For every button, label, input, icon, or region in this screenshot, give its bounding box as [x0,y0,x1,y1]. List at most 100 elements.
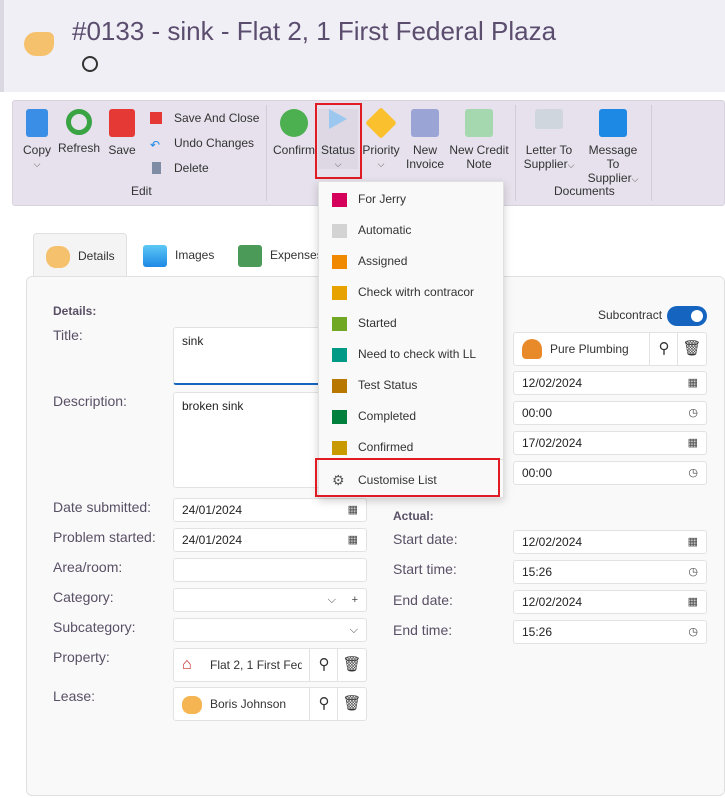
status-option[interactable]: Automatic [319,215,503,246]
subcontract-toggle[interactable] [667,306,707,326]
key-hand-icon [182,696,202,714]
status-option[interactable]: For Jerry [319,184,503,215]
status-option-label: Automatic [358,223,412,237]
clock-icon[interactable]: ◷ [688,621,698,643]
chevron-down-icon: ⌵ [33,159,41,169]
date-field[interactable]: 12/02/2024 ▦ [513,371,707,395]
search-icon[interactable]: ⚲ [649,333,678,365]
house-icon: ⌂ [182,656,192,673]
new-invoice-button[interactable]: New Invoice [403,109,447,171]
clock-icon[interactable]: ◷ [688,561,698,583]
chevron-down-icon[interactable]: ⌵ [328,589,336,611]
trash-icon[interactable]: 🗑 [677,333,706,365]
confirm-button[interactable]: Confirm [271,109,317,157]
chevron-down-icon: ⌵ [377,159,385,169]
lease-label: Lease: [53,688,96,704]
status-option-label: Test Status [358,378,418,392]
status-color-swatch [332,441,347,455]
new-credit-note-button[interactable]: New Credit Note [449,109,509,171]
problem-started-field[interactable]: 24/01/2024 ▦ [173,528,367,552]
start-time-field[interactable]: 15:26 ◷ [513,560,707,584]
date-field[interactable]: 17/02/2024 ▦ [513,431,707,455]
property-lookup[interactable]: ⌂Flat 2, 1 First Federal Plaza⚲🗑 [173,648,367,682]
save-close-icon [150,112,162,124]
subcategory-label: Subcategory: [53,619,136,635]
documents-group-label: Documents [554,184,615,198]
subcategory-select[interactable]: ⌵ [173,618,367,642]
contractor-lookup[interactable]: Pure Plumbing ⚲ 🗑 [513,332,707,366]
status-option[interactable]: Assigned [319,246,503,277]
area-input[interactable] [173,558,367,582]
calendar-icon[interactable]: ▦ [348,499,358,521]
calendar-icon[interactable]: ▦ [688,432,698,454]
tab-details[interactable]: Details [33,233,127,277]
page-title: #0133 - sink - Flat 2, 1 First Federal P… [72,16,557,46]
add-icon[interactable]: + [352,589,358,611]
image-icon [143,244,167,267]
priority-button[interactable]: Priority ⌵ [361,107,401,171]
divider [651,105,652,201]
date-submitted-label: Date submitted: [53,499,152,515]
letter-to-supplier-button[interactable]: Letter To Supplier⌵ [521,109,577,172]
copy-button[interactable]: Copy ⌵ [19,109,55,171]
status-option[interactable]: Started [319,308,503,339]
undo-changes-button[interactable]: ↶ Undo Changes [150,136,254,152]
delete-button[interactable]: Delete [150,161,209,175]
status-option-label: Need to check with LL [358,347,477,361]
status-color-swatch [332,379,347,393]
description-label: Description: [53,393,127,409]
lease-lookup[interactable]: Boris Johnson ⚲ 🗑 [173,687,367,721]
category-select[interactable]: ⌵ + [173,588,367,612]
calendar-icon[interactable]: ▦ [348,529,358,551]
time-field[interactable]: 00:00 ◷ [513,401,707,425]
start-date-field[interactable]: 12/02/2024 ▦ [513,530,707,554]
tab-images[interactable]: Images [143,233,214,277]
time-field[interactable]: 00:00 ◷ [513,461,707,485]
chevron-down-icon[interactable]: ⌵ [350,619,358,641]
copy-icon [26,109,48,137]
status-color-swatch [332,410,347,424]
refresh-button[interactable]: Refresh [57,109,101,155]
search-icon[interactable]: ⚲ [309,649,338,681]
problem-started-label: Problem started: [53,529,156,545]
start-date-label: Start date: [393,531,458,547]
property-label: Property: [53,649,110,665]
clock-icon[interactable]: ◷ [688,462,698,484]
subcontract-label: Subcontract [598,308,663,322]
worker-icon [522,339,542,359]
end-time-label: End time: [393,622,453,638]
refresh-icon [66,109,92,135]
history-icon[interactable] [82,56,98,72]
status-color-swatch [332,286,347,300]
status-option[interactable]: Test Status [319,370,503,401]
save-and-close-button[interactable]: Save And Close [150,111,259,125]
status-option[interactable]: Check witrh contracor [319,277,503,308]
end-date-field[interactable]: 12/02/2024 ▦ [513,590,707,614]
calendar-icon[interactable]: ▦ [688,591,698,613]
end-time-field[interactable]: 15:26 ◷ [513,620,707,644]
trash-icon[interactable]: 🗑 [337,649,366,681]
message-to-supplier-button[interactable]: Message To Supplier⌵ [581,109,645,186]
invoice-add-icon [411,109,439,137]
calendar-icon[interactable]: ▦ [688,531,698,553]
envelope-icon [535,109,563,129]
status-option-label: Started [358,316,397,330]
tab-expenses[interactable]: Expenses [238,233,323,277]
details-heading: Details: [53,304,97,318]
status-option[interactable]: Need to check with LL [319,339,503,370]
calendar-icon[interactable]: ▦ [688,372,698,394]
clock-icon[interactable]: ◷ [688,402,698,424]
end-date-label: End date: [393,592,453,608]
trash-icon[interactable]: 🗑 [337,688,366,720]
save-button[interactable]: Save [105,109,139,157]
wrench-hand-icon [46,245,70,268]
status-option-label: For Jerry [358,192,406,206]
divider [515,105,516,201]
undo-icon: ↶ [150,138,161,152]
money-icon [238,244,262,267]
title-label: Title: [53,327,83,343]
search-icon[interactable]: ⚲ [309,688,338,720]
status-option-label: Check witrh contracor [358,285,475,299]
status-option[interactable]: Completed [319,401,503,432]
date-submitted-field[interactable]: 24/01/2024 ▦ [173,498,367,522]
